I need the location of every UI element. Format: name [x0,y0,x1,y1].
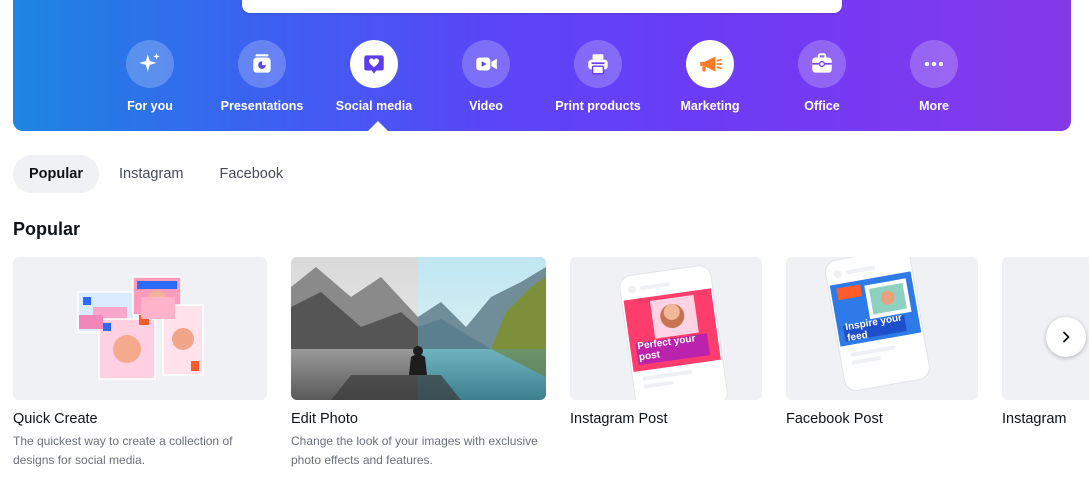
search-bar-edge[interactable] [242,0,842,13]
template-card-quick-create[interactable]: Quick Create The quickest way to create … [13,257,267,470]
category-label: Video [469,99,503,113]
megaphone-icon [686,40,734,88]
chevron-right-icon [1063,331,1070,343]
phone-mockup-instagram [619,265,728,400]
card-thumbnail: Inspire your feed [786,257,978,400]
category-video[interactable]: Video [430,40,542,113]
tab-popular[interactable]: Popular [13,155,99,193]
briefcase-icon [798,40,846,88]
heart-chat-icon [350,40,398,88]
category-for-you[interactable]: For you [94,40,206,113]
category-label: Print products [555,99,641,113]
category-label: More [919,99,949,113]
template-card-facebook-post[interactable]: Inspire your feed Facebook Post [786,257,978,427]
tab-facebook[interactable]: Facebook [203,155,299,193]
category-label: Marketing [680,99,740,113]
card-description: The quickest way to create a collection … [13,434,233,467]
card-thumbnail [13,257,267,400]
category-label: For you [127,99,173,113]
category-social-media[interactable]: Social media [318,40,430,113]
subcategory-tabs: Popular Instagram Facebook [13,155,303,193]
lake-mountain-photo [291,257,546,400]
template-card-edit-photo[interactable]: Edit Photo Change the look of your image… [291,257,546,470]
category-more[interactable]: More [878,40,990,113]
quick-create-collage-illustration [77,276,204,380]
carousel-next-button[interactable] [1046,317,1086,357]
card-description: Change the look of your images with excl… [291,434,538,467]
category-marketing[interactable]: Marketing [654,40,766,113]
category-label: Office [804,99,840,113]
card-title: Instagram Post [570,411,668,427]
category-label: Presentations [220,99,304,113]
template-card-instagram-post[interactable]: Perfect your post Instagram Post [570,257,762,427]
category-office[interactable]: Office [766,40,878,113]
category-banner: For you Presentations Social media Video… [13,0,1071,131]
sparkle-icon [126,40,174,88]
card-title: Edit Photo [291,411,358,427]
printer-icon [574,40,622,88]
section-title: Popular [13,219,81,239]
active-category-caret [368,121,388,131]
card-thumbnail: Perfect your post [570,257,762,400]
video-camera-icon [462,40,510,88]
card-thumbnail [291,257,546,400]
more-dots-icon [910,40,958,88]
category-print-products[interactable]: Print products [542,40,654,113]
card-title: Instagram [1002,411,1067,427]
card-title: Facebook Post [786,411,883,427]
presentation-icon [238,40,286,88]
category-presentations[interactable]: Presentations [206,40,318,113]
tab-instagram[interactable]: Instagram [103,155,199,193]
category-label: Social media [335,99,413,113]
card-title: Quick Create [13,411,98,427]
